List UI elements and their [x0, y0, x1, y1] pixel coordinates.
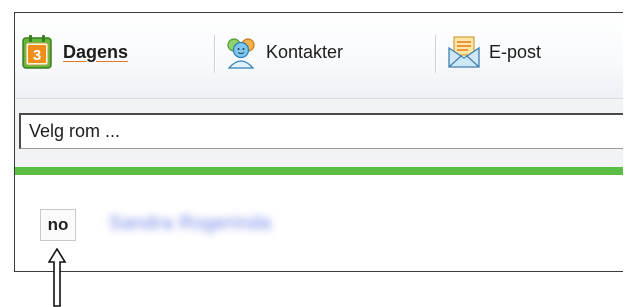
calendar-day-number: 3: [33, 47, 41, 64]
contacts-icon: [224, 34, 258, 70]
user-name-link[interactable]: Sandra Rogerinda: [109, 213, 271, 235]
toolbar-divider: [435, 35, 437, 73]
room-select-dropdown[interactable]: Velg rom ...: [19, 113, 623, 149]
toolbar-divider: [214, 35, 216, 73]
language-badge[interactable]: no: [40, 209, 76, 241]
accent-bar: [15, 167, 623, 175]
toolbar-item-epost[interactable]: E-post: [447, 30, 541, 74]
toolbar-item-kontakter[interactable]: Kontakter: [224, 30, 343, 74]
pointer-arrow-icon: [48, 248, 67, 307]
room-select-band: Velg rom ...: [15, 98, 623, 167]
toolbar-label-epost: E-post: [489, 41, 542, 62]
toolbar-label-kontakter: Kontakter: [266, 41, 344, 62]
toolbar: 3 Dagens Kontakter E-post: [15, 13, 623, 98]
toolbar-label-dagens: Dagens: [63, 41, 129, 62]
calendar-icon: 3: [21, 34, 55, 70]
toolbar-item-dagens[interactable]: 3 Dagens: [21, 30, 128, 74]
email-icon: [447, 34, 481, 70]
app-frame: 3 Dagens Kontakter E-post Velg rom ... n…: [14, 12, 623, 272]
